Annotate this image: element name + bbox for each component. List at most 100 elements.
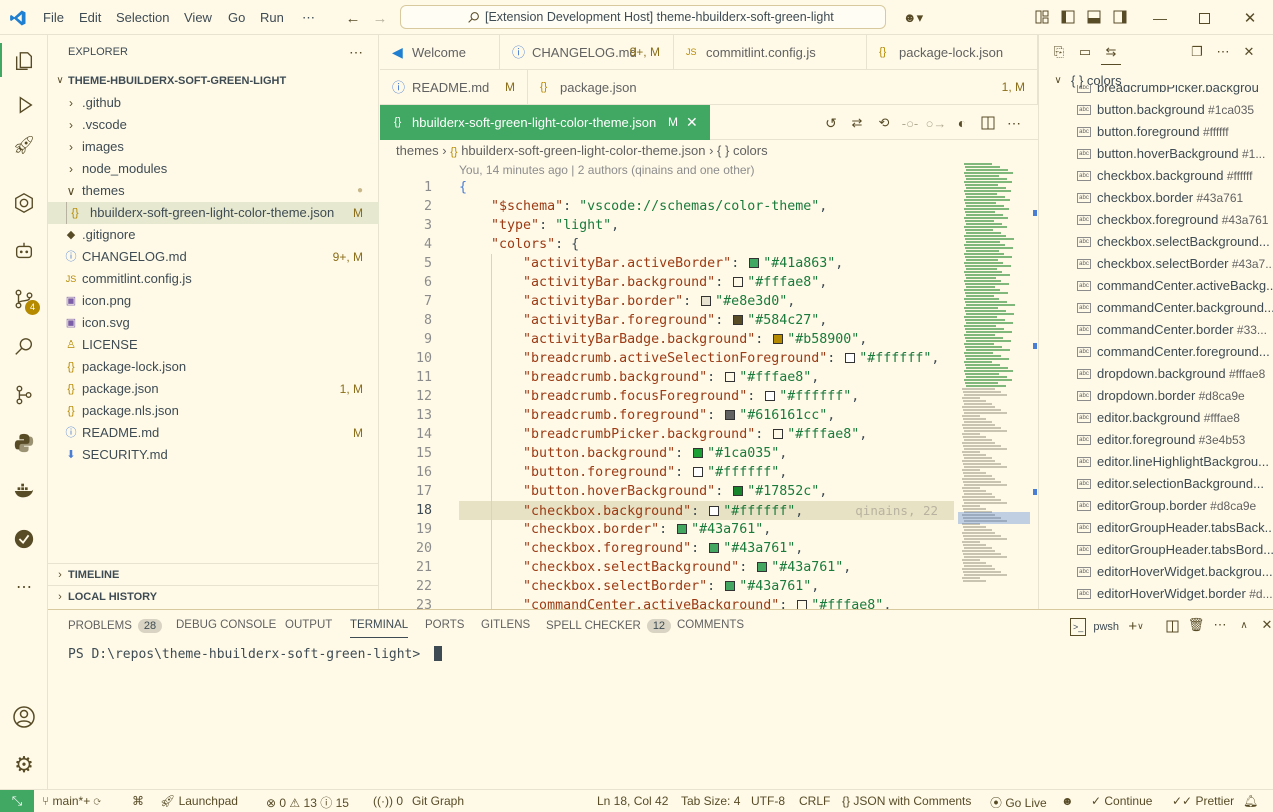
git-compare-icon[interactable]: ⟲: [875, 114, 893, 132]
panel-tab-problems[interactable]: PROBLEMS 28: [68, 619, 163, 633]
extension-hexagon-icon[interactable]: [10, 189, 38, 217]
split-terminal-icon[interactable]: [1164, 618, 1180, 634]
panel-more-icon[interactable]: ⋯: [1215, 44, 1231, 60]
tree-item[interactable]: {} package.json 1, M: [48, 378, 379, 400]
breadcrumb-themes[interactable]: themes: [396, 143, 439, 158]
close-panel-icon[interactable]: ✕: [1241, 44, 1257, 60]
maximize-panel-icon[interactable]: ∧: [1236, 617, 1252, 633]
outline-item[interactable]: abc button.background #1ca035: [1039, 99, 1273, 121]
color-swatch[interactable]: [701, 296, 712, 306]
tab-close-icon[interactable]: ✕: [686, 105, 698, 140]
split-editor-icon[interactable]: [979, 114, 997, 132]
outline-item[interactable]: abc editorGroupHeader.tabsBord...: [1039, 539, 1273, 561]
tree-item[interactable]: ♙ LICENSE: [48, 334, 379, 356]
tab-package-lock-json[interactable]: {} package-lock.json: [867, 35, 1038, 70]
gitlens-icon[interactable]: ◐: [953, 114, 971, 132]
tree-item[interactable]: ∨ themes ●: [48, 180, 379, 202]
terminal-shell[interactable]: >_ pwsh: [1070, 618, 1119, 636]
tree-item[interactable]: › node_modules: [48, 158, 379, 180]
tab-welcome[interactable]: ◀ Welcome: [380, 35, 500, 70]
menu-run[interactable]: Run: [260, 10, 284, 25]
outline-item[interactable]: abc dropdown.border #d8ca9e: [1039, 385, 1273, 407]
encoding[interactable]: UTF-8: [751, 794, 785, 808]
live-share-status[interactable]: ⌘: [132, 794, 144, 808]
eol[interactable]: CRLF: [799, 794, 830, 808]
branch-status[interactable]: ⑂ main*+ ⟳: [42, 794, 101, 808]
panel-tab-gitlens[interactable]: GITLENS: [481, 619, 530, 631]
outline-item[interactable]: abc commandCenter.background...: [1039, 297, 1273, 319]
terminal-output[interactable]: PS D:\repos\theme-hbuilderx-soft-green-l…: [68, 646, 1248, 776]
tab-active-theme-json[interactable]: {} hbuilderx-soft-green-light-color-them…: [380, 105, 710, 140]
code-area[interactable]: 1{2 "$schema": "vscode://schemas/color-t…: [380, 178, 954, 609]
panel-more-icon[interactable]: ⋯: [1212, 617, 1228, 633]
color-swatch[interactable]: [693, 448, 704, 458]
outline-icon[interactable]: ⇆: [1103, 44, 1119, 60]
new-file-icon[interactable]: ⎘: [1051, 44, 1067, 60]
menu-view[interactable]: View: [184, 10, 212, 25]
tree-item[interactable]: ⬇ SECURITY.md: [48, 444, 379, 466]
copilot-icon[interactable]: ☻▾: [899, 8, 927, 28]
git-graph-status[interactable]: Git Graph: [412, 794, 464, 808]
settings-gear-icon[interactable]: ⚙: [10, 751, 38, 779]
color-swatch[interactable]: [757, 562, 768, 572]
close-panel-icon[interactable]: ✕: [1259, 617, 1273, 633]
robot-icon[interactable]: [10, 237, 38, 265]
toggle-panel-icon[interactable]: [1086, 9, 1102, 25]
minimize-icon[interactable]: —: [1150, 8, 1170, 28]
command-center[interactable]: [Extension Development Host] theme-hbuil…: [400, 5, 886, 29]
docker-icon[interactable]: [10, 477, 38, 505]
outline-item[interactable]: abc button.hoverBackground #1...: [1039, 143, 1273, 165]
color-swatch[interactable]: [765, 391, 776, 401]
outline-item[interactable]: abc commandCenter.activeBackg...: [1039, 275, 1273, 297]
explorer-root[interactable]: ∨ THEME-HBUILDERX-SOFT-GREEN-LIGHT: [48, 70, 379, 92]
new-terminal-icon[interactable]: + ∨: [1122, 617, 1150, 635]
outline-item[interactable]: abc editor.lineHighlightBackgrou...: [1039, 451, 1273, 473]
panel-tab-spell-checker[interactable]: SPELL CHECKER 12: [546, 619, 672, 633]
customize-layout-icon[interactable]: [1034, 9, 1050, 25]
toggle-secondary-sidebar-icon[interactable]: [1112, 9, 1128, 25]
color-swatch[interactable]: [677, 524, 688, 534]
outline-item[interactable]: abc editorGroup.border #d8ca9e: [1039, 495, 1273, 517]
explorer-more-icon[interactable]: ⋯: [346, 43, 366, 61]
panel-tab-terminal[interactable]: TERMINAL: [350, 619, 409, 638]
outline-item[interactable]: abc editor.selectionBackground...: [1039, 473, 1273, 495]
chat-icon[interactable]: ▭: [1077, 44, 1093, 60]
color-swatch[interactable]: [693, 467, 704, 477]
compare-changes-icon[interactable]: ⇄: [848, 114, 866, 132]
remote-indicator[interactable]: ⤡: [0, 790, 34, 812]
trash-icon[interactable]: 🗑︎: [1188, 617, 1205, 633]
copy-icon[interactable]: ❐: [1189, 44, 1205, 60]
tree-item[interactable]: ▣ icon.png: [48, 290, 379, 312]
run-debug-icon[interactable]: [10, 91, 38, 119]
tree-item[interactable]: ◆ .gitignore: [48, 224, 379, 246]
menu-more[interactable]: ⋯: [302, 10, 315, 26]
tree-item[interactable]: {} hbuilderx-soft-green-light-color-theme…: [48, 202, 379, 224]
git-graph-icon[interactable]: [10, 381, 38, 409]
outline-item[interactable]: abc editor.foreground #3e4b53: [1039, 429, 1273, 451]
menu-selection[interactable]: Selection: [116, 10, 169, 25]
outline-item[interactable]: abc checkbox.foreground #43a761: [1039, 209, 1273, 231]
outline-item[interactable]: abc checkbox.selectBorder #43a7...: [1039, 253, 1273, 275]
notifications-bell-icon[interactable]: 🔔︎: [1243, 794, 1258, 808]
tree-item[interactable]: {} package.nls.json: [48, 400, 379, 422]
outline-item[interactable]: abc editor.background #fffae8: [1039, 407, 1273, 429]
ports-status[interactable]: ((·)) 0: [373, 794, 403, 808]
cursor-position[interactable]: Ln 18, Col 42: [597, 794, 668, 808]
copilot-status[interactable]: ☻: [1061, 794, 1074, 808]
color-swatch[interactable]: [709, 543, 720, 553]
breadcrumb-file[interactable]: hbuilderx-soft-green-light-color-theme.j…: [461, 143, 705, 158]
maximize-icon[interactable]: [1194, 8, 1214, 28]
rocket-icon[interactable]: 🚀︎: [10, 131, 38, 159]
tab-changelog-md[interactable]: ⓘ CHANGELOG.md 9+, M: [500, 35, 674, 70]
outline-item[interactable]: abc editorHoverWidget.border #d...: [1039, 583, 1273, 605]
tab-readme-md[interactable]: ⓘ README.md M: [380, 70, 528, 105]
panel-tab-debug-console[interactable]: DEBUG CONSOLE: [176, 619, 276, 631]
launchpad-status[interactable]: 🚀︎ Launchpad: [160, 794, 238, 808]
color-swatch[interactable]: [725, 372, 736, 382]
tree-item[interactable]: › images: [48, 136, 379, 158]
panel-tab-comments[interactable]: COMMENTS: [677, 619, 744, 631]
outline-item[interactable]: abc checkbox.border #43a761: [1039, 187, 1273, 209]
color-swatch[interactable]: [725, 581, 736, 591]
tree-item[interactable]: › .vscode: [48, 114, 379, 136]
color-swatch[interactable]: [749, 258, 760, 268]
